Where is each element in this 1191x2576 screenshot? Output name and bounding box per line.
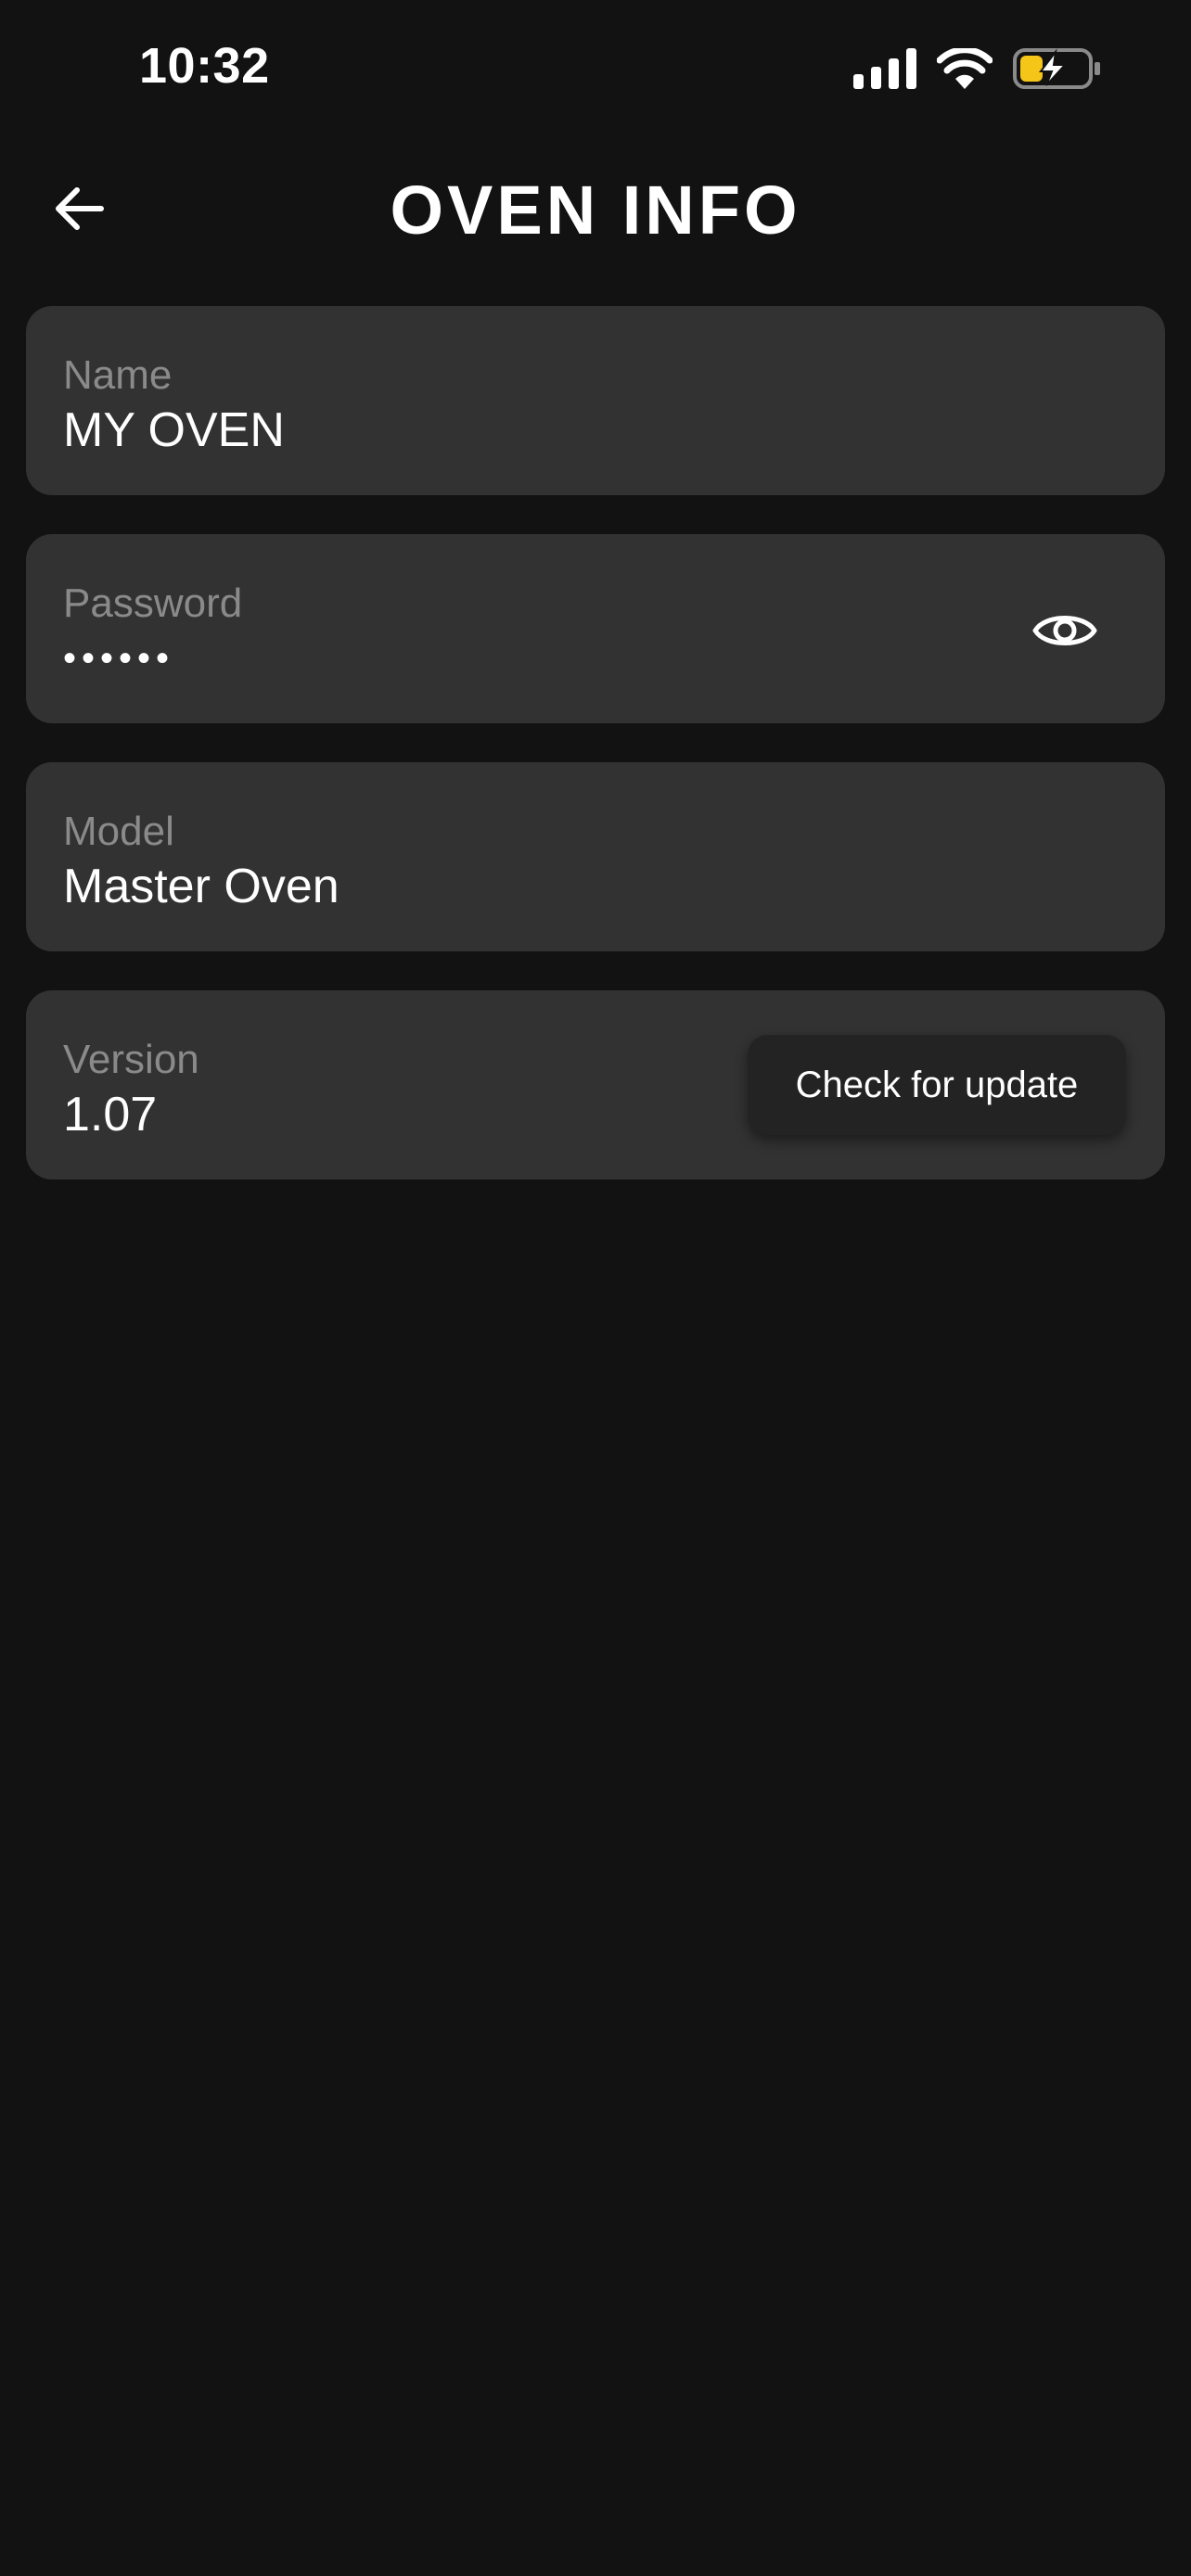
- model-value: Master Oven: [63, 860, 339, 913]
- header: OVEN INFO: [0, 158, 1191, 260]
- eye-icon: [1032, 616, 1097, 645]
- password-label: Password: [63, 580, 243, 626]
- password-value: ••••••: [63, 638, 175, 679]
- password-card[interactable]: Password ••••••: [26, 534, 1165, 723]
- version-card: Version 1.07 Check for update: [26, 990, 1165, 1180]
- status-bar: 10:32: [0, 0, 1191, 139]
- status-icons: [853, 45, 1102, 95]
- check-for-update-button[interactable]: Check for update: [748, 1035, 1126, 1135]
- version-label: Version: [63, 1037, 199, 1082]
- show-password-button[interactable]: [1030, 595, 1100, 666]
- version-value: 1.07: [63, 1088, 158, 1141]
- name-value: MY OVEN: [63, 403, 285, 457]
- name-label: Name: [63, 352, 173, 398]
- model-card[interactable]: Model Master Oven: [26, 762, 1165, 951]
- battery-charging-icon: [1013, 47, 1102, 95]
- name-card[interactable]: Name MY OVEN: [26, 306, 1165, 495]
- status-time: 10:32: [139, 38, 270, 94]
- page-title: OVEN INFO: [390, 172, 801, 249]
- wifi-icon: [936, 45, 993, 94]
- signal-icon: [853, 47, 916, 94]
- model-label: Model: [63, 809, 174, 854]
